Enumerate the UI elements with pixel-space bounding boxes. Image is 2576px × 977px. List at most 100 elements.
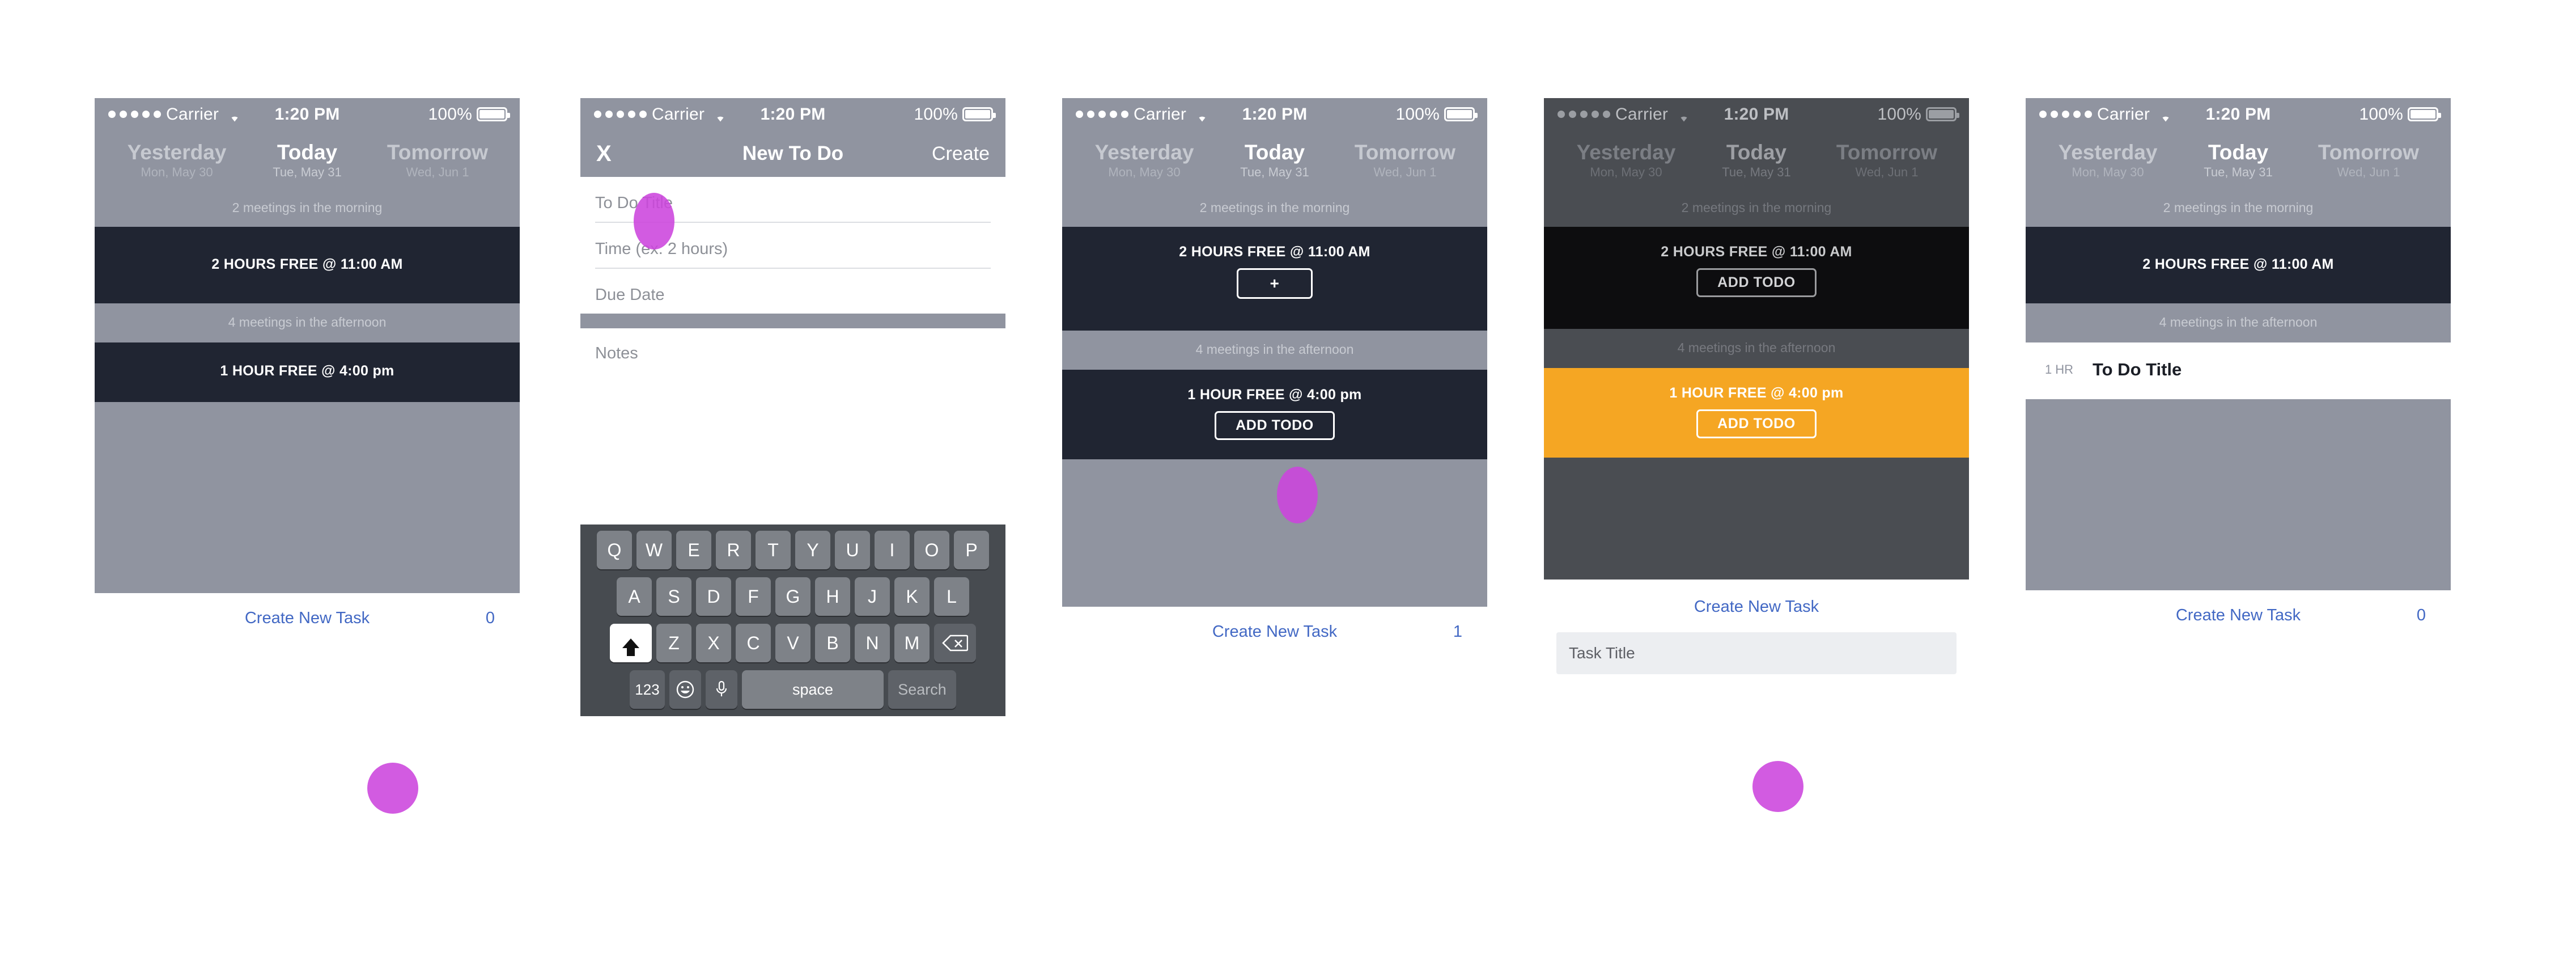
bottom-bar: Create New Task 0 [95, 593, 520, 644]
keyboard-row-3: ZXCVBNM [584, 624, 1002, 662]
day-header: Yesterday Mon, May 30 Today Tue, May 31 … [2026, 130, 2451, 227]
key-v[interactable]: V [775, 624, 810, 662]
day-tab-today[interactable]: Today Tue, May 31 [2173, 141, 2303, 180]
shift-icon[interactable] [610, 624, 652, 662]
form-empty-area [580, 363, 1005, 525]
key-i[interactable]: I [875, 531, 910, 569]
key-d[interactable]: D [696, 577, 731, 616]
day-tab-yesterday[interactable]: Yesterday Mon, May 30 [1079, 141, 1210, 180]
key-j[interactable]: J [855, 577, 890, 616]
day-tabs: Yesterday Mon, May 30 Today Tue, May 31 … [1062, 130, 1487, 180]
create-new-task-button[interactable]: Create New Task [2176, 606, 2301, 625]
status-bar: Carrier 1:20 PM 100% [95, 98, 520, 130]
numbers-key[interactable]: 123 [630, 670, 665, 709]
add-todo-button[interactable]: ADD TODO [1696, 409, 1817, 439]
key-b[interactable]: B [815, 624, 850, 662]
key-y[interactable]: Y [795, 531, 830, 569]
battery-percent-label: 100% [2359, 104, 2403, 124]
add-todo-plus-button[interactable]: + [1236, 268, 1313, 299]
keyboard-row-2: ASDFGHJKL [584, 577, 1002, 616]
key-q[interactable]: Q [597, 531, 632, 569]
status-bar: Carrier 1:20 PM 100% [1544, 98, 1969, 130]
todo-notes-input[interactable]: Notes [595, 328, 991, 363]
emoji-icon[interactable] [669, 670, 701, 709]
day-tab-tomorrow[interactable]: Tomorrow Wed, Jun 1 [2303, 141, 2434, 180]
morning-summary: 2 meetings in the morning [1681, 200, 1832, 215]
battery-full-icon [2408, 107, 2441, 121]
task-count: 0 [485, 608, 495, 627]
battery-percent-label: 100% [428, 104, 472, 124]
phone-screen-5-todo-scheduled: Carrier 1:20 PM 100% Yesterday Mon, May … [2026, 98, 2451, 805]
day-name: Tomorrow [387, 141, 489, 164]
key-m[interactable]: M [894, 624, 930, 662]
key-g[interactable]: G [775, 577, 810, 616]
create-task-panel: Create New Task Task Title [1544, 580, 1969, 675]
task-count: 1 [1453, 622, 1462, 641]
todo-due-date-input[interactable]: Due Date [595, 269, 991, 314]
key-u[interactable]: U [835, 531, 870, 569]
screenshot-stage: Carrier 1:20 PM 100% Yesterday Mon, May … [0, 0, 2576, 977]
key-s[interactable]: S [656, 577, 691, 616]
search-key[interactable]: Search [888, 670, 956, 709]
microphone-icon[interactable] [706, 670, 737, 709]
key-e[interactable]: E [676, 531, 711, 569]
day-tab-tomorrow[interactable]: Tomorrow Wed, Jun 1 [372, 141, 503, 180]
todo-time-input[interactable]: Time (ex. 2 hours) [595, 223, 991, 269]
keyboard-row-4: 123 space Search [584, 670, 1002, 709]
key-r[interactable]: R [716, 531, 751, 569]
day-tab-today[interactable]: Today Tue, May 31 [1691, 141, 1822, 180]
bottom-bar: Create New Task 1 [1062, 607, 1487, 657]
free-slot-morning: 2 HOURS FREE @ 11:00 AM ADD TODO [1544, 227, 1969, 329]
create-new-task-button[interactable]: Create New Task [1544, 598, 1969, 616]
status-bar-right: 100% [428, 104, 510, 124]
backspace-icon[interactable] [934, 624, 976, 662]
task-title-input[interactable]: Task Title [1556, 632, 1957, 675]
phone-screen-1-schedule: Carrier 1:20 PM 100% Yesterday Mon, May … [95, 98, 520, 778]
create-new-task-button[interactable]: Create New Task [1212, 623, 1337, 641]
day-tab-yesterday[interactable]: Yesterday Mon, May 30 [1561, 141, 1691, 180]
day-tab-yesterday[interactable]: Yesterday Mon, May 30 [112, 141, 242, 180]
day-tab-today[interactable]: Today Tue, May 31 [242, 141, 372, 180]
key-a[interactable]: A [617, 577, 652, 616]
morning-summary: 2 meetings in the morning [232, 200, 383, 215]
phone-screen-4-highlighted-slot: Carrier 1:20 PM 100% Yesterday Mon, May … [1544, 98, 1969, 841]
key-p[interactable]: P [954, 531, 989, 569]
phone-screen-3-slots-with-buttons: Carrier 1:20 PM 100% Yesterday Mon, May … [1062, 98, 1487, 805]
key-x[interactable]: X [696, 624, 731, 662]
add-todo-button[interactable]: ADD TODO [1215, 411, 1335, 441]
key-f[interactable]: F [736, 577, 771, 616]
day-tab-tomorrow[interactable]: Tomorrow Wed, Jun 1 [1822, 141, 1952, 180]
day-tabs: Yesterday Mon, May 30 Today Tue, May 31 … [1544, 130, 1969, 180]
key-l[interactable]: L [934, 577, 969, 616]
free-slot-morning[interactable]: 2 HOURS FREE @ 11:00 AM [95, 227, 520, 304]
day-tab-today[interactable]: Today Tue, May 31 [1210, 141, 1340, 180]
key-h[interactable]: H [815, 577, 850, 616]
create-new-task-button[interactable]: Create New Task [245, 609, 370, 628]
day-date: Wed, Jun 1 [406, 165, 469, 180]
morning-summary: 2 meetings in the morning [1199, 200, 1350, 215]
free-slot-morning: 2 HOURS FREE @ 11:00 AM + [1062, 227, 1487, 331]
free-slot-afternoon[interactable]: 1 HOUR FREE @ 4:00 pm [95, 342, 520, 403]
free-slot-label: 2 HOURS FREE @ 11:00 AM [211, 256, 403, 273]
create-button[interactable]: Create [932, 143, 990, 165]
key-k[interactable]: K [894, 577, 930, 616]
todo-list-item[interactable]: 1 HR To Do Title [2026, 342, 2451, 400]
key-t[interactable]: T [756, 531, 791, 569]
day-tab-yesterday[interactable]: Yesterday Mon, May 30 [2043, 141, 2173, 180]
space-key[interactable]: space [742, 670, 884, 709]
free-slot-label: 2 HOURS FREE @ 11:00 AM [2142, 256, 2334, 273]
add-todo-button[interactable]: ADD TODO [1696, 268, 1817, 298]
key-z[interactable]: Z [656, 624, 691, 662]
battery-percent-label: 100% [1877, 104, 1921, 124]
day-header: Yesterday Mon, May 30 Today Tue, May 31 … [1544, 130, 1969, 227]
key-c[interactable]: C [736, 624, 771, 662]
todo-title-input[interactable]: To Do Title [595, 177, 991, 223]
battery-percent-label: 100% [914, 104, 958, 124]
day-tab-tomorrow[interactable]: Tomorrow Wed, Jun 1 [1340, 141, 1470, 180]
phone-screen-2-new-todo: Carrier 1:20 PM 100% X New To Do Create … [580, 98, 1005, 862]
form-nav-bar: X New To Do Create [580, 130, 1005, 177]
free-slot-morning[interactable]: 2 HOURS FREE @ 11:00 AM [2026, 227, 2451, 304]
key-o[interactable]: O [914, 531, 949, 569]
key-n[interactable]: N [855, 624, 890, 662]
key-w[interactable]: W [636, 531, 672, 569]
